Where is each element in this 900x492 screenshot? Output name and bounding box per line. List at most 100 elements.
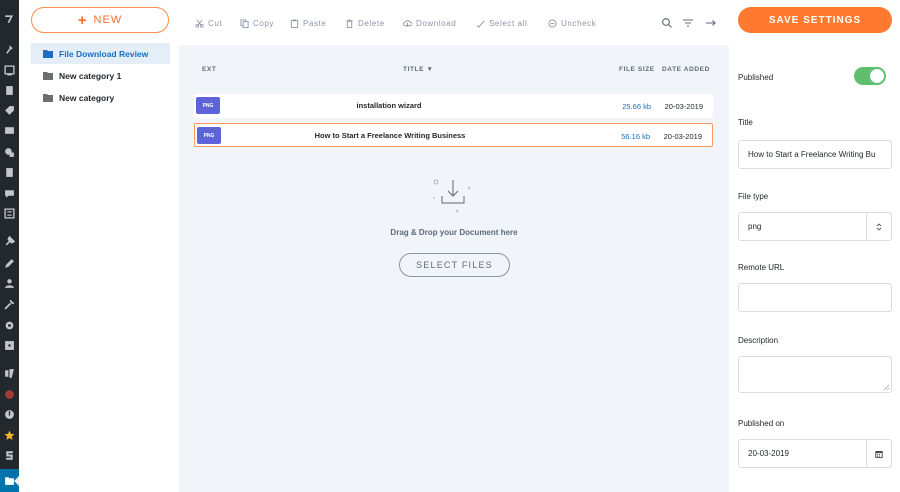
badge-icon[interactable]: [4, 389, 15, 400]
description-label: Description: [738, 336, 779, 345]
tag-icon[interactable]: [4, 105, 15, 116]
copy-label: Copy: [253, 18, 275, 28]
category-item-new-category-1[interactable]: New category 1: [31, 65, 170, 86]
plus-icon: +: [77, 11, 88, 29]
uncheck-label: Uncheck: [561, 18, 597, 28]
published-on-value: 20-03-2019: [748, 449, 789, 458]
folder-icon: [43, 93, 53, 102]
download-label: Download: [416, 18, 457, 28]
category-label: New category 1: [59, 70, 122, 81]
delete-button[interactable]: Delete: [345, 17, 385, 29]
cut-button[interactable]: Cut: [195, 17, 222, 29]
category-label: New category: [59, 92, 115, 103]
filter-icon[interactable]: [682, 16, 694, 28]
select-all-button[interactable]: Select all: [476, 17, 527, 29]
folder-icon: [43, 49, 53, 58]
grid-icon[interactable]: [4, 340, 15, 351]
file-row-selected[interactable]: PNG How to Start a Freelance Writing Bus…: [194, 123, 713, 147]
delete-label: Delete: [358, 18, 385, 28]
select-all-icon: [476, 20, 485, 28]
copy-button[interactable]: Copy: [240, 17, 274, 29]
category-item-file-download-review[interactable]: File Download Review: [31, 43, 170, 64]
remote-url-label: Remote URL: [738, 263, 785, 272]
star-icon[interactable]: [4, 430, 15, 441]
paste-label: Paste: [303, 18, 327, 28]
select-files-button[interactable]: SELECT FILES: [399, 253, 510, 277]
file-date: 20-03-2019: [664, 102, 703, 111]
menu-icon[interactable]: [4, 14, 15, 25]
film-icon[interactable]: [4, 125, 15, 136]
column-header-title[interactable]: TITLE ▼: [403, 66, 434, 76]
toolbar: Cut Copy Paste Delete Download Select al…: [179, 0, 729, 45]
file-size: 56.16 kb: [621, 132, 650, 141]
file-type-value: png: [748, 222, 762, 231]
title-label: Title: [738, 118, 753, 127]
trash-icon: [346, 18, 353, 28]
cloud-download-icon: [403, 19, 412, 27]
file-size: 25.66 kb: [622, 102, 651, 111]
column-header-file-size[interactable]: FILE SIZE: [619, 66, 655, 76]
yoast-icon[interactable]: [4, 368, 15, 379]
file-type-select[interactable]: png: [738, 212, 892, 241]
copy-icon: [240, 18, 249, 28]
column-header-date-added[interactable]: DATE ADDED: [662, 66, 710, 76]
calendar-icon[interactable]: [866, 440, 891, 467]
file-type-label: File type: [738, 192, 769, 201]
scissors-icon: [195, 19, 204, 28]
uncheck-icon: [548, 18, 557, 28]
select-all-label: Select all: [489, 18, 528, 28]
drop-zone-text: Drag & Drop your Document here: [390, 228, 518, 237]
file-ext-badge: PNG: [196, 97, 220, 114]
resize-grip-icon[interactable]: [883, 384, 889, 390]
pin-icon[interactable]: [4, 44, 15, 55]
form-icon[interactable]: [4, 208, 15, 219]
download-button[interactable]: Download: [403, 17, 456, 29]
cut-label: Cut: [208, 18, 223, 28]
search-icon[interactable]: [661, 16, 673, 28]
file-date: 20-03-2019: [663, 132, 702, 141]
settings-icon[interactable]: [4, 320, 15, 331]
sort-down-icon: ▼: [426, 66, 434, 73]
plugins-icon[interactable]: [4, 236, 15, 247]
category-pane: + NEW File Download Review New category …: [19, 0, 179, 492]
comments-icon[interactable]: [4, 188, 15, 199]
media-icon[interactable]: [4, 65, 15, 76]
file-list-area: Cut Copy Paste Delete Download Select al…: [179, 0, 729, 492]
file-ext-badge: PNG: [197, 127, 221, 144]
toggle-knob: [870, 69, 884, 83]
admin-sidebar: [0, 0, 19, 492]
remote-url-input[interactable]: [738, 283, 892, 312]
paste-icon: [290, 18, 299, 28]
new-category-button[interactable]: + NEW: [31, 7, 169, 33]
file-title: How to Start a Freelance Writing Busines…: [314, 131, 466, 140]
save-settings-button[interactable]: SAVE SETTINGS: [738, 7, 892, 33]
paste-button[interactable]: Paste: [290, 17, 326, 29]
settings-panel: SAVE SETTINGS Published Title How to Sta…: [729, 0, 900, 492]
folder-icon: [43, 71, 53, 80]
tools-icon[interactable]: [4, 299, 15, 310]
s-icon[interactable]: [4, 450, 15, 461]
published-on-label: Published on: [738, 419, 785, 428]
file-title: installation wizard: [356, 101, 422, 110]
published-label: Published: [738, 73, 774, 82]
users-icon[interactable]: [4, 278, 15, 289]
pages-icon[interactable]: [4, 167, 15, 178]
edit-icon[interactable]: [4, 258, 15, 269]
new-button-label: NEW: [93, 14, 123, 26]
title-header-label: TITLE: [403, 66, 425, 73]
uncheck-button[interactable]: Uncheck: [548, 17, 596, 29]
page-icon[interactable]: [4, 85, 15, 96]
published-toggle[interactable]: [854, 67, 886, 85]
drop-download-icon: [433, 179, 471, 213]
category-item-new-category[interactable]: New category: [31, 87, 170, 108]
media-library-icon[interactable]: [4, 147, 15, 158]
title-input[interactable]: How to Start a Freelance Writing Bu: [738, 140, 892, 169]
file-row[interactable]: PNG installation wizard 25.66 kb 20-03-2…: [194, 94, 713, 118]
published-on-input[interactable]: 20-03-2019: [738, 439, 892, 468]
column-header-ext[interactable]: EXT: [202, 66, 216, 76]
category-label: File Download Review: [59, 48, 149, 59]
power-icon[interactable]: [4, 409, 15, 420]
description-textarea[interactable]: [738, 356, 892, 393]
dropdown-arrows-icon: [866, 213, 891, 240]
arrow-right-icon[interactable]: [705, 16, 717, 28]
